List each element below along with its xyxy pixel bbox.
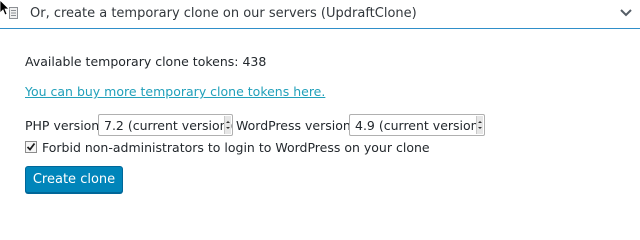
dropdown-arrow-icon — [224, 116, 231, 134]
wordpress-version-select[interactable]: 4.9 (current version) — [349, 114, 485, 136]
mouse-cursor-icon — [0, 0, 10, 16]
php-version-select[interactable]: 7.2 (current version) — [98, 114, 233, 136]
create-clone-button[interactable]: Create clone — [25, 166, 123, 193]
forbid-login-label: Forbid non-administrators to login to Wo… — [42, 140, 430, 155]
wordpress-version-label: WordPress version: — [236, 118, 355, 133]
section-title: Or, create a temporary clone on our serv… — [30, 6, 417, 21]
php-version-value: 7.2 (current version) — [104, 118, 233, 133]
chevron-down-icon[interactable] — [620, 8, 632, 18]
forbid-login-option: Forbid non-administrators to login to Wo… — [25, 140, 625, 156]
document-icon — [9, 7, 18, 19]
buy-tokens-link[interactable]: You can buy more temporary clone tokens … — [25, 84, 325, 100]
php-version-label: PHP version: — [25, 118, 104, 133]
wordpress-version-value: 4.9 (current version) — [355, 118, 484, 133]
clone-section-header[interactable]: Or, create a temporary clone on our serv… — [0, 0, 640, 29]
checkmark-icon — [26, 142, 36, 151]
dropdown-arrow-icon — [476, 116, 483, 134]
forbid-login-checkbox[interactable] — [25, 141, 37, 153]
version-selectors: PHP version: 7.2 (current version) WordP… — [25, 114, 625, 138]
available-tokens-text: Available temporary clone tokens: 438 — [25, 54, 267, 69]
